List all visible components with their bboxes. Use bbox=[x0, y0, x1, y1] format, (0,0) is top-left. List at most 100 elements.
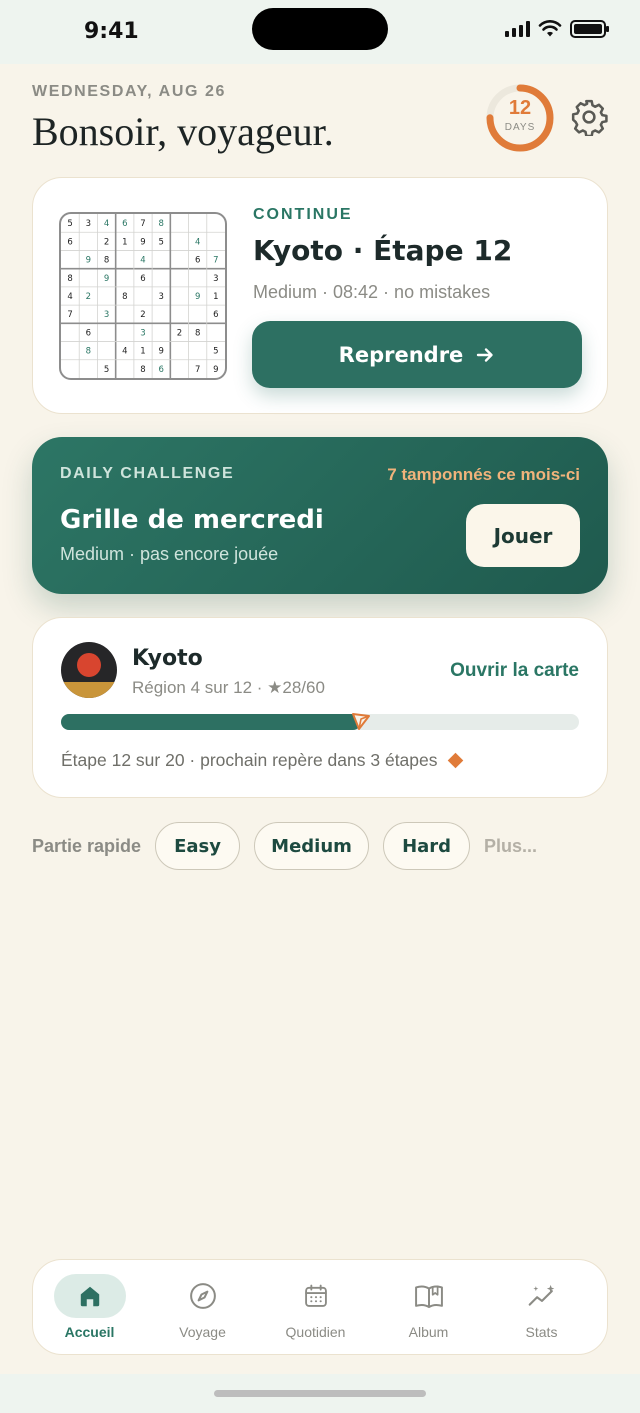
region-footer: Étape 12 sur 20 · prochain repère dans 3… bbox=[61, 750, 463, 771]
greeting-title: Bonsoir, voyageur. bbox=[32, 109, 334, 154]
sudoku-cell-value: 6 bbox=[140, 274, 145, 284]
home-indicator-bar bbox=[0, 1374, 640, 1413]
sudoku-cell-value: 6 bbox=[213, 310, 218, 320]
tab-accueil[interactable]: Accueil bbox=[33, 1260, 146, 1356]
calendar-icon bbox=[304, 1284, 327, 1307]
tab-stats[interactable]: Stats bbox=[485, 1260, 598, 1356]
sudoku-cell-value: 1 bbox=[213, 292, 218, 302]
puzzle-meta: Medium · 08:42 · no mistakes bbox=[253, 282, 491, 302]
quick-play-label: Partie rapide bbox=[32, 835, 142, 856]
sudoku-cell-value: 4 bbox=[67, 292, 72, 302]
tab-album-iconwrap bbox=[393, 1274, 465, 1318]
home-icon bbox=[80, 1286, 99, 1307]
continue-tag: CONTINUE bbox=[253, 206, 353, 223]
quick-play-row: Partie rapide Easy Medium Hard Plus... bbox=[32, 821, 537, 871]
streak-unit: DAYS bbox=[504, 122, 536, 133]
tab-label: Voyage bbox=[179, 1324, 226, 1340]
tab-label: Album bbox=[408, 1324, 449, 1340]
sudoku-cell-value: 6 bbox=[67, 237, 72, 247]
streak-count: 12 bbox=[508, 97, 532, 119]
sudoku-cell-value: 8 bbox=[140, 365, 145, 375]
play-button[interactable]: Jouer bbox=[466, 504, 580, 567]
sudoku-cell-value: 3 bbox=[159, 292, 164, 302]
status-icons bbox=[505, 20, 609, 38]
daily-challenge-card[interactable]: DAILY CHALLENGE 7 tamponnés ce mois-ci G… bbox=[32, 437, 608, 594]
sudoku-cell-value: 4 bbox=[140, 256, 145, 266]
chip-medium[interactable]: Medium bbox=[254, 822, 370, 870]
region-card[interactable]: Kyoto Région 4 sur 12 · ★28/60 Ouvrir la… bbox=[32, 617, 608, 798]
region-progress-bar bbox=[61, 713, 579, 730]
paper-plane-icon bbox=[352, 713, 371, 730]
tab-quotidien[interactable]: Quotidien bbox=[259, 1260, 372, 1356]
sudoku-cell-value: 6 bbox=[122, 219, 127, 229]
sudoku-cell-value: 3 bbox=[213, 274, 218, 284]
tab-label: Stats bbox=[525, 1324, 558, 1340]
sudoku-cell-value: 9 bbox=[140, 237, 145, 247]
status-time: 9:41 bbox=[84, 19, 139, 44]
sudoku-cell-value: 8 bbox=[67, 274, 72, 284]
tab-stats-iconwrap bbox=[506, 1274, 578, 1318]
tab-voyage-iconwrap bbox=[167, 1274, 239, 1318]
sudoku-cell-value: 5 bbox=[159, 237, 164, 247]
region-progress-fill bbox=[61, 714, 362, 730]
date-label: WEDNESDAY, AUG 26 bbox=[32, 83, 227, 100]
sudoku-cell-value: 7 bbox=[67, 310, 72, 320]
tab-label: Quotidien bbox=[285, 1324, 346, 1340]
sudoku-cell-value: 5 bbox=[104, 365, 109, 375]
sudoku-cell-value: 9 bbox=[104, 274, 109, 284]
sunset-icon bbox=[61, 642, 117, 698]
sudoku-cell-value: 5 bbox=[67, 219, 72, 229]
more-difficulties-link[interactable]: Plus... bbox=[484, 836, 537, 857]
sudoku-cell-value: 1 bbox=[140, 347, 145, 357]
daily-challenge-title: Grille de mercredi bbox=[60, 505, 324, 535]
sudoku-cell-value: 8 bbox=[195, 328, 200, 338]
chip-hard[interactable]: Hard bbox=[383, 822, 471, 870]
sudoku-cell-value: 8 bbox=[159, 219, 164, 229]
sudoku-cell-value: 4 bbox=[104, 219, 109, 229]
landmark-diamond-icon bbox=[447, 752, 463, 769]
tab-voyage[interactable]: Voyage bbox=[146, 1260, 259, 1356]
region-footer-text: Étape 12 sur 20 · prochain repère dans 3… bbox=[61, 750, 438, 770]
sudoku-cell-value: 4 bbox=[122, 347, 127, 357]
chip-easy[interactable]: Easy bbox=[155, 822, 241, 870]
sudoku-cell-value: 8 bbox=[86, 347, 91, 357]
puzzle-title: Kyoto · Étape 12 bbox=[253, 234, 513, 267]
tab-quotidien-iconwrap bbox=[280, 1274, 352, 1318]
region-meta: Région 4 sur 12 · ★28/60 bbox=[132, 678, 325, 697]
tab-album[interactable]: Album bbox=[372, 1260, 485, 1356]
sparkle-chart-icon bbox=[528, 1284, 554, 1306]
sudoku-cell-value: 1 bbox=[122, 237, 127, 247]
region-avatar bbox=[61, 642, 117, 698]
sudoku-cell-value: 2 bbox=[140, 310, 145, 320]
sudoku-cell-value: 7 bbox=[195, 365, 200, 375]
sudoku-cell-value: 3 bbox=[86, 219, 91, 229]
sudoku-preview: 5 3 4 6 7 8 6 2 1 9 5 4 9 8 4 6 7 8 9 6 3 4 2 8 3 9 1 7 3 2 6 6 3 2 8 8 4 1 9 5… bbox=[59, 212, 227, 380]
sudoku-cell-value: 3 bbox=[104, 310, 109, 320]
sudoku-cell-value: 9 bbox=[159, 347, 164, 357]
resume-button-label: Reprendre bbox=[338, 342, 464, 367]
tab-label: Accueil bbox=[64, 1324, 115, 1340]
tab-bar: Accueil Voyage Quotidien Album Stats bbox=[32, 1259, 608, 1355]
sudoku-cell-value: 9 bbox=[86, 256, 91, 266]
tab-accueil-highlight bbox=[53, 1274, 126, 1318]
continue-card[interactable]: 5 3 4 6 7 8 6 2 1 9 5 4 9 8 4 6 7 8 9 6 3 4 2 8 3 9 1 7 3 2 6 6 3 2 8 8 4 1 9 5… bbox=[32, 177, 608, 414]
sudoku-cell-value: 7 bbox=[213, 256, 218, 266]
sudoku-cell-value: 4 bbox=[195, 237, 200, 247]
open-map-link[interactable]: Ouvrir la carte bbox=[450, 660, 579, 682]
sudoku-cell-value: 8 bbox=[122, 292, 127, 302]
resume-button[interactable]: Reprendre bbox=[252, 321, 582, 388]
sudoku-cell-value: 3 bbox=[140, 328, 145, 338]
book-icon bbox=[414, 1285, 443, 1309]
cellular-signal-icon bbox=[505, 21, 530, 37]
sudoku-cell-value: 9 bbox=[213, 365, 218, 375]
region-name: Kyoto bbox=[132, 646, 203, 671]
sudoku-cell-value: 2 bbox=[104, 237, 109, 247]
streak-ring[interactable]: 12 DAYS bbox=[485, 83, 555, 153]
daily-challenge-subtitle: Medium · pas encore jouée bbox=[60, 544, 279, 564]
sudoku-cell-value: 7 bbox=[140, 219, 145, 229]
daily-stamps-count: 7 tamponnés ce mois-ci bbox=[387, 465, 580, 484]
gear-icon[interactable] bbox=[570, 98, 608, 136]
sudoku-cell-value: 6 bbox=[159, 365, 164, 375]
sudoku-cell-value: 5 bbox=[213, 347, 218, 357]
arrow-right-icon bbox=[477, 347, 494, 362]
